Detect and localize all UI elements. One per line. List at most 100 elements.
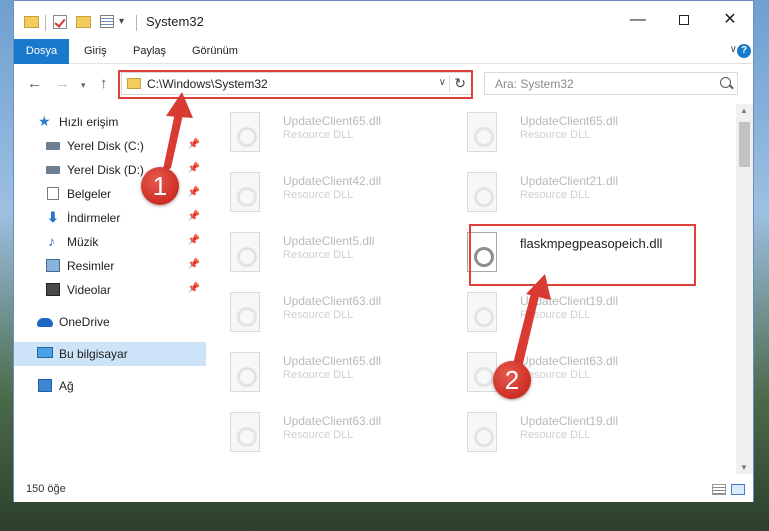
- file-type: Resource DLL: [283, 129, 354, 141]
- title-separator: [136, 15, 137, 31]
- star-icon: ★: [38, 113, 51, 129]
- details-view-icon[interactable]: [712, 484, 726, 495]
- ribbon-expand-icon[interactable]: ∨: [730, 44, 737, 55]
- quick-access-separator: [45, 15, 46, 31]
- vertical-scrollbar[interactable]: ▲ ▼: [736, 104, 753, 474]
- network-icon: [38, 379, 52, 392]
- window-title: System32: [146, 14, 204, 29]
- sidebar-item-label: Resimler: [67, 259, 115, 273]
- navigation-pane: ★ Hızlı erişim Yerel Disk (C:) 📌 Yerel D…: [14, 104, 209, 474]
- file-item[interactable]: UpdateClient5.dll Resource DLL: [210, 226, 440, 278]
- file-name: UpdateClient5.dll: [283, 234, 375, 248]
- file-item[interactable]: UpdateClient21.dll Resource DLL: [447, 166, 677, 218]
- sidebar-item-downloads[interactable]: ⬇ İndirmeler 📌: [14, 206, 206, 230]
- back-button[interactable]: ←: [27, 75, 42, 92]
- music-icon: ♪: [48, 233, 55, 249]
- scroll-thumb[interactable]: [739, 122, 750, 167]
- folder-icon[interactable]: [24, 16, 39, 28]
- sidebar-item-local-disk-c[interactable]: Yerel Disk (C:) 📌: [14, 134, 206, 158]
- maximize-button[interactable]: [661, 7, 707, 33]
- tab-view[interactable]: Görünüm: [192, 39, 238, 64]
- properties-check-icon[interactable]: [53, 15, 67, 29]
- scroll-up-icon[interactable]: ▲: [740, 106, 748, 115]
- scroll-down-icon[interactable]: ▼: [740, 463, 748, 472]
- quick-access-dropdown-icon[interactable]: ▾: [119, 16, 124, 32]
- sidebar-item-label: Yerel Disk (D:): [67, 163, 144, 177]
- status-bar: 150 öğe: [14, 476, 753, 502]
- file-name: UpdateClient63.dll: [520, 354, 619, 368]
- sidebar-item-label: Ağ: [59, 379, 74, 393]
- drive-icon: [46, 166, 60, 174]
- sidebar-item-pictures[interactable]: Resimler 📌: [14, 254, 206, 278]
- file-item[interactable]: UpdateClient63.dll Resource DLL: [447, 346, 677, 398]
- file-item[interactable]: UpdateClient65.dll Resource DLL: [210, 106, 440, 158]
- file-type: Resource DLL: [520, 189, 591, 201]
- file-name: UpdateClient65.dll: [283, 354, 382, 368]
- file-name: UpdateClient21.dll: [520, 174, 619, 188]
- title-bar: ▾ System32 — ✕: [14, 1, 753, 39]
- onedrive-icon: [37, 318, 53, 327]
- dll-file-icon: [467, 412, 497, 452]
- dll-file-icon: [467, 292, 497, 332]
- file-item[interactable]: UpdateClient42.dll Resource DLL: [210, 166, 440, 218]
- search-input[interactable]: Ara: System32: [484, 72, 738, 95]
- file-item[interactable]: UpdateClient65.dll Resource DLL: [447, 106, 677, 158]
- pin-icon[interactable]: 📌: [188, 235, 200, 246]
- file-highlight-box: [469, 224, 696, 286]
- sidebar-item-label: Bu bilgisayar: [59, 347, 128, 361]
- step-marker-1: 1: [141, 167, 179, 205]
- dll-file-icon: [467, 112, 497, 152]
- sidebar-item-this-pc[interactable]: Bu bilgisayar: [14, 342, 206, 366]
- minimize-button[interactable]: —: [615, 7, 661, 33]
- sidebar-item-videos[interactable]: Videolar 📌: [14, 278, 206, 302]
- pin-icon[interactable]: 📌: [188, 283, 200, 294]
- maximize-icon: [679, 15, 689, 25]
- large-icons-view-icon[interactable]: [731, 484, 745, 495]
- dll-file-icon: [230, 412, 260, 452]
- download-icon: ⬇: [47, 209, 59, 225]
- pin-icon[interactable]: 📌: [188, 187, 200, 198]
- file-item[interactable]: UpdateClient63.dll Resource DLL: [210, 286, 440, 338]
- pin-icon[interactable]: 📌: [188, 211, 200, 222]
- file-item[interactable]: UpdateClient63.dll Resource DLL: [210, 406, 440, 458]
- pin-icon[interactable]: 📌: [188, 259, 200, 270]
- sidebar-item-network[interactable]: Ağ: [14, 374, 206, 398]
- search-icon: [720, 77, 731, 88]
- file-name: UpdateClient19.dll: [520, 294, 619, 308]
- file-name: UpdateClient63.dll: [283, 414, 382, 428]
- sidebar-item-label: Müzik: [67, 235, 99, 249]
- pin-icon[interactable]: 📌: [188, 139, 200, 150]
- file-item[interactable]: UpdateClient19.dll Resource DLL: [447, 406, 677, 458]
- forward-button[interactable]: →: [55, 75, 70, 92]
- sidebar-item-label: İndirmeler: [67, 211, 121, 225]
- pin-icon[interactable]: 📌: [188, 163, 200, 174]
- this-pc-icon: [37, 347, 53, 358]
- sidebar-item-label: Yerel Disk (C:): [67, 139, 144, 153]
- up-button[interactable]: ↑: [100, 75, 108, 92]
- file-type: Resource DLL: [520, 429, 591, 441]
- sidebar-item-quick-access[interactable]: ★ Hızlı erişim: [14, 110, 206, 134]
- new-folder-icon[interactable]: [76, 16, 91, 28]
- close-button[interactable]: ✕: [707, 7, 753, 33]
- file-type: Resource DLL: [283, 369, 354, 381]
- dll-file-icon: [230, 172, 260, 212]
- sidebar-item-label: Videolar: [67, 283, 111, 297]
- dll-file-icon: [230, 112, 260, 152]
- file-type: Resource DLL: [520, 309, 591, 321]
- file-type: Resource DLL: [283, 429, 354, 441]
- recent-locations-button[interactable]: ▾: [81, 80, 86, 91]
- dll-file-icon: [230, 292, 260, 332]
- step-marker-2: 2: [493, 361, 531, 399]
- file-type: Resource DLL: [283, 249, 354, 261]
- file-item[interactable]: UpdateClient19.dll Resource DLL: [447, 286, 677, 338]
- file-name: UpdateClient19.dll: [520, 414, 619, 428]
- help-icon[interactable]: ?: [737, 44, 751, 58]
- quick-access-toolbar-icon[interactable]: [100, 15, 114, 28]
- dll-file-icon: [467, 172, 497, 212]
- file-item[interactable]: UpdateClient65.dll Resource DLL: [210, 346, 440, 398]
- tab-share[interactable]: Paylaş: [133, 39, 166, 64]
- file-name: UpdateClient63.dll: [283, 294, 382, 308]
- sidebar-item-onedrive[interactable]: OneDrive: [14, 310, 206, 334]
- sidebar-item-music[interactable]: ♪ Müzik 📌: [14, 230, 206, 254]
- tab-home[interactable]: Giriş: [84, 39, 107, 64]
